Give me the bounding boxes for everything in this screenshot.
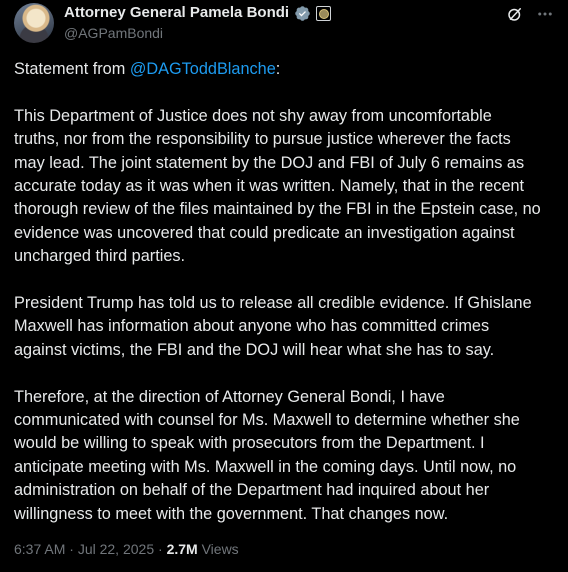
government-seal-icon[interactable] bbox=[316, 5, 332, 21]
handle[interactable]: @AGPamBondi bbox=[64, 23, 331, 43]
meta-separator: · bbox=[154, 541, 167, 557]
mention-link[interactable]: @DAGToddBlanche bbox=[130, 60, 276, 78]
post-date[interactable]: Jul 22, 2025 bbox=[78, 541, 154, 557]
post-body: Statement from @DAGToddBlanche: This Dep… bbox=[14, 58, 559, 549]
intro-suffix: : bbox=[275, 60, 281, 78]
post-header: Attorney General Pamela Bondi @AGPamBond… bbox=[14, 3, 554, 45]
header-actions bbox=[506, 5, 554, 28]
views-count[interactable]: 2.7M bbox=[167, 541, 198, 557]
author-info: Attorney General Pamela Bondi @AGPamBond… bbox=[64, 3, 332, 43]
more-options-icon[interactable] bbox=[536, 5, 554, 28]
grok-icon[interactable] bbox=[506, 5, 524, 28]
views-label: Views bbox=[197, 541, 239, 557]
post-meta: 6:37 AM · Jul 22, 2025 · 2.7M Views bbox=[14, 539, 239, 559]
verified-badge-icon[interactable] bbox=[294, 5, 311, 22]
post-time[interactable]: 6:37 AM bbox=[14, 541, 65, 557]
avatar[interactable] bbox=[14, 3, 54, 43]
post: Attorney General Pamela Bondi @AGPamBond… bbox=[0, 0, 568, 572]
display-name-row: Attorney General Pamela Bondi bbox=[64, 3, 332, 23]
meta-separator: · bbox=[65, 541, 78, 557]
post-intro: Statement from @DAGToddBlanche: bbox=[14, 58, 559, 81]
display-name[interactable]: Attorney General Pamela Bondi bbox=[64, 3, 289, 23]
post-paragraph: Therefore, at the direction of Attorney … bbox=[14, 387, 520, 523]
post-paragraph: This Department of Justice does not shy … bbox=[14, 106, 541, 266]
post-paragraph: President Trump has told us to release a… bbox=[14, 294, 532, 359]
intro-prefix: Statement from bbox=[14, 60, 130, 78]
